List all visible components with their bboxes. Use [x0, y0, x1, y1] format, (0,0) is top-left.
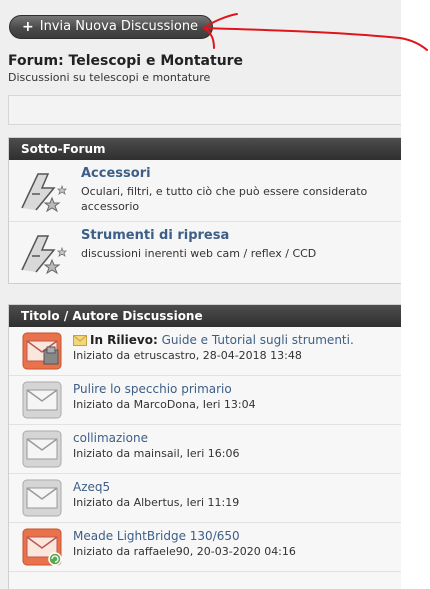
plus-icon: +: [22, 19, 34, 35]
thread-row-partial: [9, 572, 401, 589]
subforum-section: Sotto-Forum Accessori Oculari, filtri, e…: [8, 137, 401, 284]
envelope-icon: [22, 381, 62, 419]
thread-title[interactable]: Meade LightBridge 130/650: [73, 529, 240, 543]
hot-envelope-icon: [22, 332, 62, 370]
subforum-description: Oculari, filtri, e tutto ciò che può ess…: [81, 185, 368, 213]
subforum-description: discussioni inerenti web cam / reflex / …: [81, 247, 317, 260]
thread-list-header: Titolo / Autore Discussione: [9, 305, 401, 327]
thread-meta: Iniziato da Albertus, Ieri 11:19: [73, 496, 240, 509]
envelope-icon: [22, 430, 62, 468]
toolbar-bar: [8, 95, 401, 125]
thread-row[interactable]: Meade LightBridge 130/650 Iniziato da ra…: [9, 523, 401, 572]
subforum-row[interactable]: Strumenti di ripresa discussioni inerent…: [9, 222, 401, 283]
thread-title[interactable]: In Rilievo: Guide e Tutorial sugli strum…: [73, 333, 354, 347]
envelope-icon: [22, 479, 62, 517]
right-margin: [401, 0, 430, 589]
thread-row[interactable]: collimazione Iniziato da mainsail, Ieri …: [9, 425, 401, 474]
sticky-note-icon: [73, 335, 87, 346]
thread-meta: Iniziato da mainsail, Ieri 16:06: [73, 447, 240, 460]
astronomy-forum-icon: [21, 235, 67, 275]
thread-title[interactable]: Azeq5: [73, 480, 110, 494]
subforum-row[interactable]: Accessori Oculari, filtri, e tutto ciò c…: [9, 160, 401, 222]
astronomy-forum-icon: [21, 173, 67, 213]
thread-title-text[interactable]: Guide e Tutorial sugli strumenti.: [162, 333, 354, 347]
thread-meta: Iniziato da MarcoDona, Ieri 13:04: [73, 398, 256, 411]
thread-title[interactable]: collimazione: [73, 431, 148, 445]
thread-row[interactable]: Azeq5 Iniziato da Albertus, Ieri 11:19: [9, 474, 401, 523]
subforum-link[interactable]: Strumenti di ripresa: [81, 228, 229, 243]
page-title: Forum: Telescopi e Montature: [8, 53, 244, 69]
hot-envelope-icon: [22, 528, 62, 566]
thread-row[interactable]: In Rilievo: Guide e Tutorial sugli strum…: [9, 327, 401, 376]
thread-meta: Iniziato da etruscastro, 28-04-2018 13:4…: [73, 349, 302, 362]
page-description: Discussioni su telescopi e montature: [8, 71, 211, 84]
thread-row[interactable]: Pulire lo specchio primario Iniziato da …: [9, 376, 401, 425]
thread-section: Titolo / Autore Discussione In Rilievo: …: [8, 304, 401, 589]
subforum-header: Sotto-Forum: [9, 138, 401, 160]
thread-title[interactable]: Pulire lo specchio primario: [73, 382, 232, 396]
new-thread-button[interactable]: + Invia Nuova Discussione: [9, 15, 213, 39]
thread-meta: Iniziato da raffaele90, 20-03-2020 04:16: [73, 545, 296, 558]
forum-page: + Invia Nuova Discussione Forum: Telesco…: [0, 0, 401, 589]
sticky-prefix: In Rilievo:: [90, 333, 158, 347]
subforum-link[interactable]: Accessori: [81, 166, 151, 181]
new-thread-label: Invia Nuova Discussione: [39, 19, 199, 34]
